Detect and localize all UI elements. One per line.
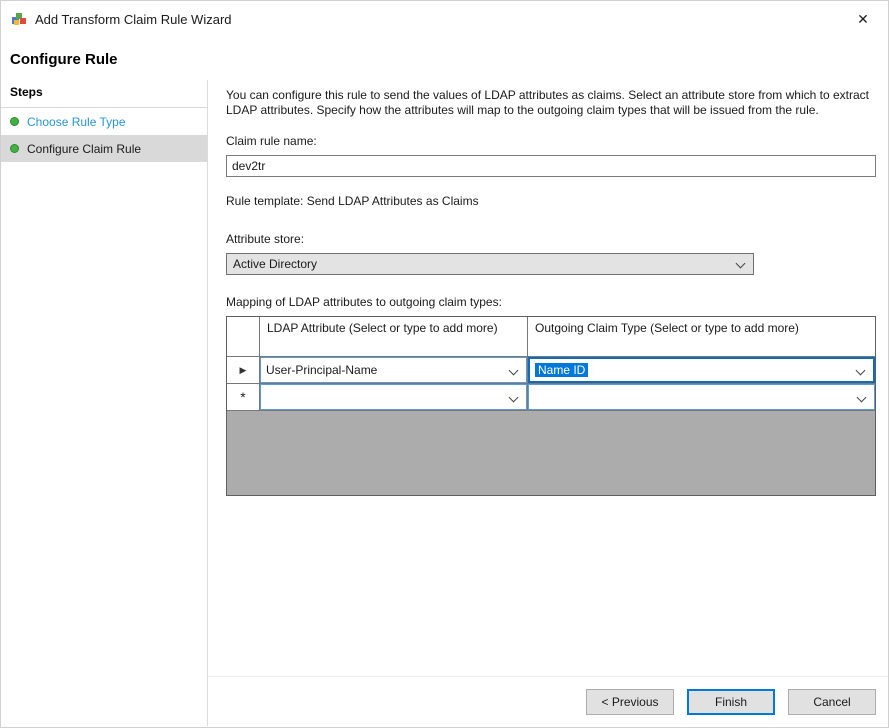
table-row: Name ID [528, 357, 875, 384]
grid-corner-cell [227, 317, 260, 357]
steps-header: Steps [1, 80, 207, 108]
grid-header-ldap-attribute: LDAP Attribute (Select or type to add mo… [260, 317, 528, 357]
chevron-down-icon [736, 259, 746, 269]
wizard-body: Steps Choose Rule Type Configure Claim R… [1, 80, 888, 726]
ldap-attribute-select-new[interactable] [260, 384, 527, 410]
attribute-store-select[interactable]: Active Directory [226, 253, 754, 275]
chevron-down-icon [856, 366, 866, 376]
mapping-label: Mapping of LDAP attributes to outgoing c… [226, 295, 876, 309]
attribute-store-value: Active Directory [233, 257, 317, 271]
chevron-down-icon [509, 393, 519, 403]
step-label: Choose Rule Type [27, 115, 126, 129]
step-complete-dot-icon [10, 144, 19, 153]
table-row [260, 384, 528, 411]
sidebar-item-choose-rule-type[interactable]: Choose Rule Type [1, 108, 207, 135]
step-label: Configure Claim Rule [27, 142, 141, 156]
grid-header-outgoing-claim: Outgoing Claim Type (Select or type to a… [528, 317, 875, 357]
wizard-app-icon [11, 11, 27, 27]
title-bar: Add Transform Claim Rule Wizard ✕ [1, 1, 888, 37]
ldap-attribute-value: User-Principal-Name [266, 363, 377, 377]
mapping-grid: LDAP Attribute (Select or type to add mo… [226, 316, 876, 496]
outgoing-claim-value: Name ID [535, 363, 588, 377]
close-icon[interactable]: ✕ [848, 4, 878, 34]
table-row [528, 384, 875, 411]
main-panel: You can configure this rule to send the … [208, 80, 888, 726]
outgoing-claim-type-select[interactable]: Name ID [528, 357, 875, 383]
row-selector[interactable]: ▶ [227, 357, 260, 384]
new-row-selector[interactable]: * [227, 384, 260, 411]
claim-rule-name-label: Claim rule name: [226, 134, 876, 148]
wizard-window: Add Transform Claim Rule Wizard ✕ Config… [0, 0, 889, 728]
rule-template-text: Rule template: Send LDAP Attributes as C… [226, 194, 876, 208]
step-complete-dot-icon [10, 117, 19, 126]
outgoing-claim-type-select-new[interactable] [528, 384, 875, 410]
window-title: Add Transform Claim Rule Wizard [35, 12, 232, 27]
table-row: User-Principal-Name [260, 357, 528, 384]
wizard-footer: < Previous Finish Cancel [208, 676, 888, 726]
ldap-attribute-select[interactable]: User-Principal-Name [260, 357, 527, 383]
cancel-button[interactable]: Cancel [788, 689, 876, 715]
attribute-store-label: Attribute store: [226, 232, 876, 246]
chevron-down-icon [857, 393, 867, 403]
chevron-down-icon [509, 366, 519, 376]
previous-button[interactable]: < Previous [586, 689, 674, 715]
sidebar-item-configure-claim-rule[interactable]: Configure Claim Rule [1, 135, 207, 162]
steps-sidebar: Steps Choose Rule Type Configure Claim R… [1, 80, 208, 726]
grid-empty-area [227, 411, 875, 495]
finish-button[interactable]: Finish [687, 689, 775, 715]
page-title: Configure Rule [1, 37, 888, 80]
rule-description: You can configure this rule to send the … [226, 88, 876, 118]
claim-rule-name-input[interactable] [226, 155, 876, 177]
